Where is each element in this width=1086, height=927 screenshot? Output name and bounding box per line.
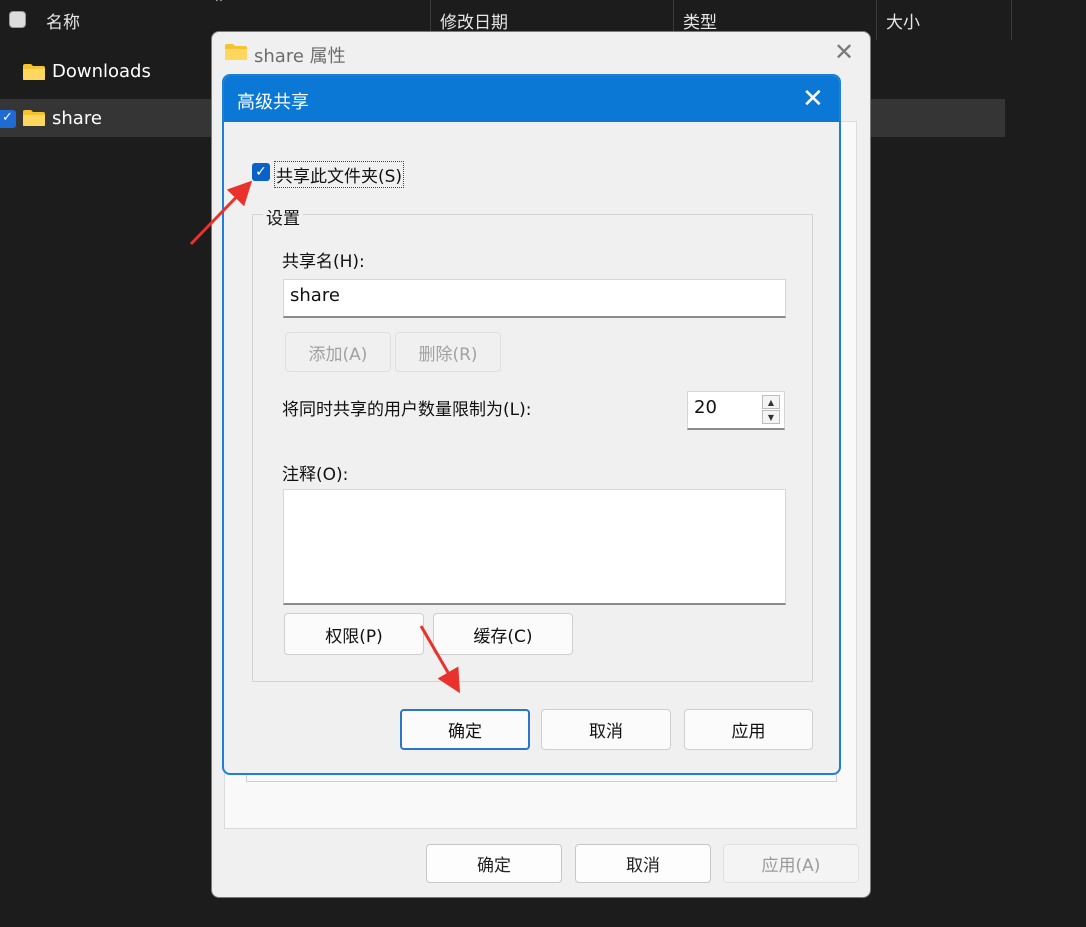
annotation-arrow: [419, 625, 461, 694]
annotation-arrow: [189, 180, 253, 246]
annotation-arrows: [189, 180, 461, 694]
